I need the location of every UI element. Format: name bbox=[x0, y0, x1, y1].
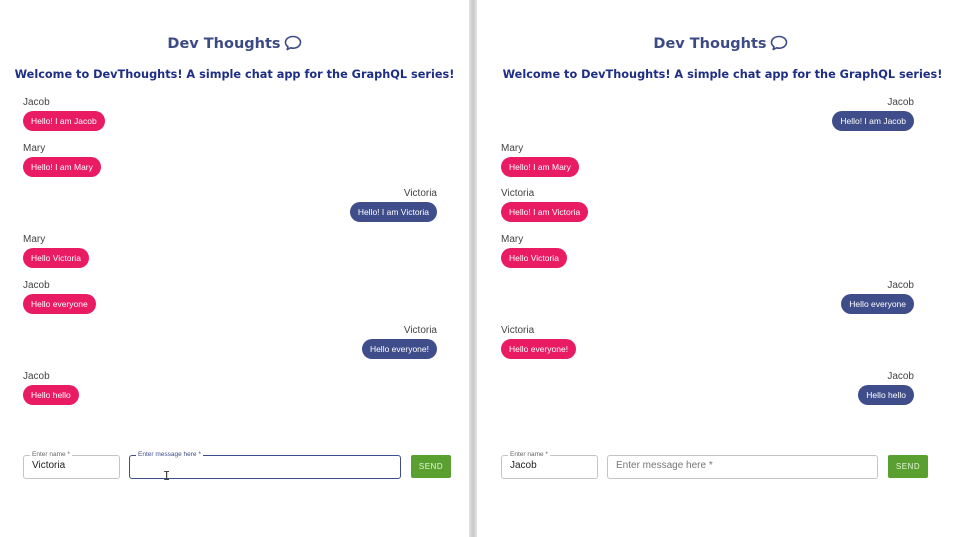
chat-message-own: Victoria Hello everyone! bbox=[361, 325, 437, 359]
message-bubble: Hello! I am Jacob bbox=[832, 111, 914, 131]
chat-window-jacob: Dev Thoughts Welcome to DevThoughts! A s… bbox=[477, 0, 972, 537]
message-bubble: Hello! I am Victoria bbox=[349, 202, 437, 222]
app-title: Dev Thoughts bbox=[473, 35, 968, 52]
message-bubble: Hello Victoria bbox=[23, 248, 89, 268]
message-bubble: Hello! I am Mary bbox=[501, 157, 579, 177]
app-title: Dev Thoughts bbox=[0, 35, 469, 52]
sender-name: Jacob bbox=[23, 280, 50, 291]
chat-window-victoria: Dev Thoughts Welcome to DevThoughts! A s… bbox=[0, 0, 469, 537]
message-bubble: Hello! I am Jacob bbox=[23, 111, 105, 131]
chat-message: Victoria Hello! I am Victoria bbox=[501, 188, 589, 222]
message-bubble: Hello everyone bbox=[23, 294, 96, 314]
name-field-label: Enter name * bbox=[30, 450, 72, 459]
send-button[interactable]: SEND bbox=[888, 455, 928, 478]
chat-message: Mary Hello! I am Mary bbox=[23, 143, 101, 177]
message-bubble: Hello hello bbox=[858, 385, 914, 405]
chat-bubble-icon bbox=[284, 35, 301, 51]
sender-name: Jacob bbox=[887, 371, 914, 382]
sender-name: Mary bbox=[23, 234, 46, 245]
welcome-message: Welcome to DevThoughts! A simple chat ap… bbox=[502, 68, 943, 81]
welcome-message: Welcome to DevThoughts! A simple chat ap… bbox=[14, 68, 455, 81]
sender-name: Jacob bbox=[887, 280, 914, 291]
name-input[interactable] bbox=[510, 460, 589, 471]
sender-name: Jacob bbox=[23, 371, 50, 382]
name-input[interactable] bbox=[32, 460, 111, 471]
sender-name: Victoria bbox=[501, 188, 535, 199]
chat-bubble-icon bbox=[770, 35, 787, 51]
sender-name: Victoria bbox=[403, 325, 437, 336]
chat-message: Victoria Hello everyone! bbox=[501, 325, 577, 359]
chat-message: Jacob Hello! I am Jacob bbox=[23, 97, 105, 131]
message-field[interactable] bbox=[607, 455, 878, 479]
chat-message-own: Jacob Hello hello bbox=[858, 371, 914, 405]
sender-name: Mary bbox=[23, 143, 46, 154]
chat-message: Jacob Hello everyone bbox=[23, 280, 96, 314]
sender-name: Jacob bbox=[23, 97, 50, 108]
message-bubble: Hello! I am Victoria bbox=[501, 202, 589, 222]
name-field[interactable]: Enter name * bbox=[23, 450, 120, 479]
message-input[interactable] bbox=[616, 460, 869, 471]
message-bubble: Hello everyone bbox=[841, 294, 914, 314]
name-field[interactable]: Enter name * bbox=[501, 450, 598, 479]
chat-message: Jacob Hello hello bbox=[23, 371, 79, 405]
message-bubble: Hello everyone! bbox=[361, 339, 437, 359]
sender-name: Mary bbox=[501, 234, 524, 245]
chat-message-own: Jacob Hello! I am Jacob bbox=[832, 97, 914, 131]
message-bubble: Hello! I am Mary bbox=[23, 157, 101, 177]
chat-message: Mary Hello Victoria bbox=[23, 234, 89, 268]
chat-message-own: Victoria Hello! I am Victoria bbox=[349, 188, 437, 222]
sender-name: Victoria bbox=[403, 188, 437, 199]
message-bubble: Hello Victoria bbox=[501, 248, 567, 268]
chat-message: Mary Hello Victoria bbox=[501, 234, 567, 268]
send-button[interactable]: SEND bbox=[411, 455, 451, 478]
chat-message: Mary Hello! I am Mary bbox=[501, 143, 579, 177]
sender-name: Victoria bbox=[501, 325, 535, 336]
message-field-label: Enter message here * bbox=[136, 450, 203, 459]
text-cursor-icon: I bbox=[163, 469, 171, 483]
message-bubble: Hello hello bbox=[23, 385, 79, 405]
sender-name: Mary bbox=[501, 143, 524, 154]
sender-name: Jacob bbox=[887, 97, 914, 108]
chat-message-own: Jacob Hello everyone bbox=[841, 280, 914, 314]
message-bubble: Hello everyone! bbox=[501, 339, 577, 359]
message-input[interactable] bbox=[138, 460, 392, 471]
name-field-label: Enter name * bbox=[508, 450, 550, 459]
